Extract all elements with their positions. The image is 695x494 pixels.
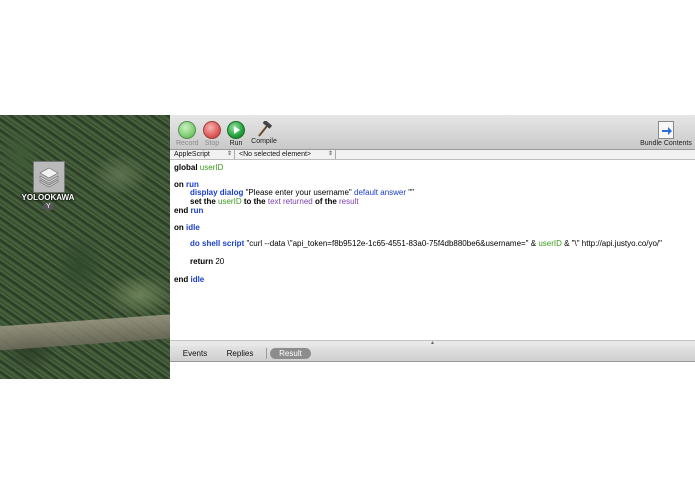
- event-name: idle: [186, 223, 200, 232]
- language-popup[interactable]: AppleScript ⇕: [170, 150, 235, 159]
- run-button[interactable]: Run: [227, 121, 245, 147]
- bundle-contents-icon: [658, 121, 674, 139]
- event-name: run: [190, 206, 204, 215]
- tab-events[interactable]: Events: [176, 348, 214, 359]
- operator: &: [561, 239, 572, 248]
- popup-arrow-icon: ⇕: [226, 151, 232, 157]
- number: 20: [215, 257, 225, 266]
- stack-drive-icon[interactable]: [33, 161, 65, 193]
- keyword: on: [174, 180, 184, 189]
- property: result: [339, 197, 359, 206]
- stop-label: Stop: [204, 140, 220, 147]
- script-line: end run: [174, 205, 203, 217]
- property: text returned: [267, 197, 313, 206]
- run-icon: [227, 121, 245, 139]
- desktop-icon-label[interactable]: YOLOOKAWA: [18, 193, 78, 202]
- desktop-icon-sublabel: Y: [43, 203, 54, 210]
- element-value: <No selected element>: [239, 151, 311, 158]
- event-name: idle: [190, 275, 205, 284]
- script-line: return 20: [190, 256, 224, 268]
- bottom-tab-bar: Events Replies Result: [170, 346, 695, 362]
- script-line: global userID: [174, 162, 223, 174]
- script-line: end idle: [174, 274, 204, 286]
- compile-button[interactable]: Compile: [250, 119, 278, 145]
- tab-result[interactable]: Result: [270, 348, 311, 359]
- tab-replies[interactable]: Replies: [220, 348, 260, 359]
- string: "\" http://api.justyo.co/yo/": [571, 239, 662, 248]
- fallen-log: [0, 313, 170, 351]
- keyword: to the: [243, 197, 266, 206]
- parameter: default answer: [354, 188, 407, 197]
- tab-divider: [266, 348, 267, 359]
- navigation-bar: AppleScript ⇕ <No selected element> ⇕: [170, 150, 695, 160]
- language-value: AppleScript: [174, 151, 210, 158]
- variable: userID: [199, 163, 224, 172]
- script-editor-window: Record Stop Run Compile Bundle Contents …: [170, 115, 695, 362]
- stop-button[interactable]: Stop: [202, 121, 222, 147]
- compile-label: Compile: [251, 138, 277, 145]
- stop-icon: [203, 121, 221, 139]
- bundle-contents-button[interactable]: Bundle Contents: [640, 121, 692, 147]
- keyword: return: [190, 257, 214, 266]
- keyword: of the: [315, 197, 337, 206]
- keyword: global: [174, 163, 198, 172]
- variable: userID: [218, 197, 242, 206]
- record-icon: [178, 121, 196, 139]
- command: do shell script: [190, 239, 245, 248]
- element-popup[interactable]: <No selected element> ⇕: [235, 150, 336, 159]
- script-line: set the userID to the text returned of t…: [190, 196, 359, 208]
- keyword: on: [174, 223, 184, 232]
- script-editor[interactable]: global userID on run display dialog "Ple…: [170, 160, 695, 340]
- desktop-background: YOLOOKAWA Y: [0, 115, 170, 379]
- variable: userID: [538, 239, 562, 248]
- toolbar: Record Stop Run Compile Bundle Contents: [170, 115, 695, 150]
- script-line: on idle: [174, 222, 200, 234]
- record-button[interactable]: Record: [176, 121, 199, 147]
- keyword: end: [174, 275, 189, 284]
- script-line: do shell script "curl --data \"api_token…: [190, 238, 662, 250]
- hammer-icon: [255, 119, 273, 137]
- string: "curl --data \"api_token=f8b9512e-1c65-4…: [246, 239, 529, 248]
- run-label: Run: [229, 140, 243, 147]
- operator: &: [528, 239, 539, 248]
- stack-icon-graphic: [39, 167, 59, 188]
- string: "": [408, 188, 414, 197]
- keyword: end: [174, 206, 189, 215]
- record-label: Record: [176, 140, 199, 147]
- bundle-contents-label: Bundle Contents: [640, 140, 692, 147]
- popup-arrow-icon: ⇕: [327, 151, 333, 157]
